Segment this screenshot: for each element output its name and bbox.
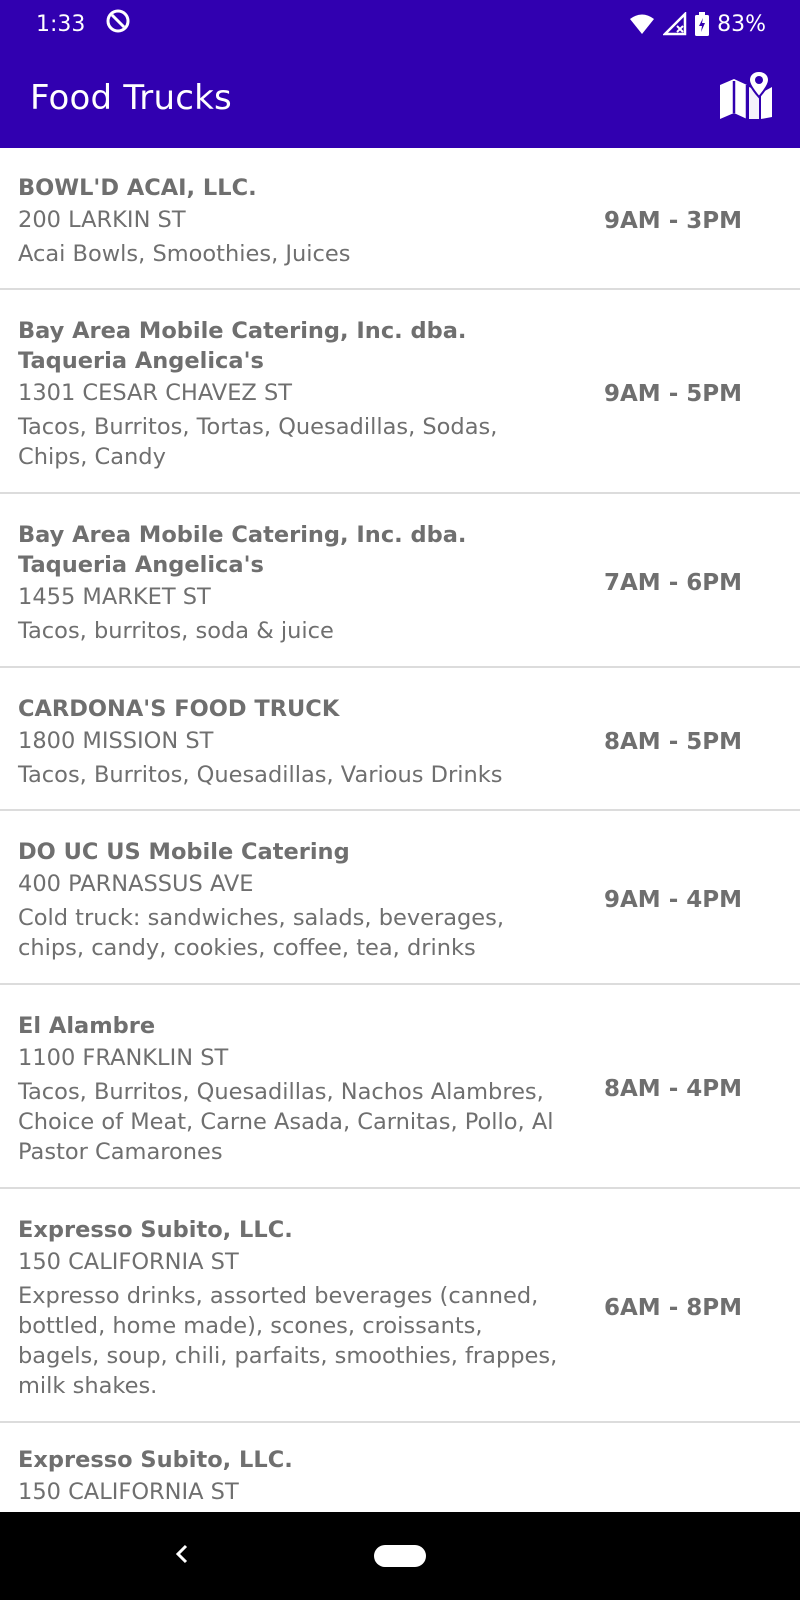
truck-address: 1100 FRANKLIN ST	[18, 1045, 229, 1071]
truck-hours: 9AM - 5PM	[604, 381, 742, 407]
truck-hours: 8AM - 5PM	[604, 728, 742, 755]
battery-percent: 83%	[717, 11, 766, 37]
truck-items: Cold truck: sandwiches, salads, beverage…	[18, 905, 505, 961]
app-bar: Food Trucks	[0, 48, 800, 148]
signal-icon	[663, 12, 687, 36]
truck-name: El Alambre	[18, 1013, 156, 1039]
truck-name: BOWL'D ACAI, LLC.	[18, 175, 257, 201]
list-item-text: Expresso Subito, LLC. 150 CALIFORNIA ST …	[18, 1215, 558, 1401]
battery-icon	[695, 12, 710, 36]
map-icon	[717, 69, 775, 128]
navigation-bar	[0, 1512, 800, 1600]
truck-items: Tacos, Burritos, Quesadillas, Various Dr…	[18, 761, 503, 788]
list-item-text: Bay Area Mobile Catering, Inc. dba. Taqu…	[18, 520, 558, 646]
truck-items: Expresso drinks, assorted beverages (can…	[18, 1283, 558, 1399]
back-icon	[172, 1542, 192, 1571]
list-item[interactable]: Bay Area Mobile Catering, Inc. dba. Taqu…	[0, 494, 800, 668]
data-saver-icon	[105, 8, 131, 40]
back-button[interactable]	[158, 1532, 206, 1580]
list-item[interactable]: CARDONA'S FOOD TRUCK 1800 MISSION ST Tac…	[0, 668, 800, 811]
list-item[interactable]: DO UC US Mobile Catering 400 PARNASSUS A…	[0, 811, 800, 985]
list-item[interactable]: Expresso Subito, LLC. 150 CALIFORNIA ST …	[0, 1189, 800, 1423]
truck-hours: 9AM - 3PM	[604, 208, 742, 234]
truck-hours: 7AM - 6PM	[604, 570, 742, 596]
list-item[interactable]: El Alambre 1100 FRANKLIN ST Tacos, Burri…	[0, 985, 800, 1189]
truck-name: Expresso Subito, LLC.	[18, 1447, 293, 1473]
truck-address: 150 CALIFORNIA ST	[18, 1479, 239, 1505]
truck-items: Tacos, Burritos, Tortas, Quesadillas, So…	[18, 414, 498, 470]
list-item[interactable]: BOWL'D ACAI, LLC. 200 LARKIN ST Acai Bow…	[0, 148, 800, 290]
truck-hours: 9AM - 4PM	[604, 887, 742, 913]
truck-address: 1800 MISSION ST	[18, 727, 214, 754]
truck-name: DO UC US Mobile Catering	[18, 839, 350, 865]
wifi-icon	[629, 13, 655, 35]
truck-name: Bay Area Mobile Catering, Inc. dba. Taqu…	[18, 318, 467, 374]
status-bar: 1:33 83%	[0, 0, 800, 48]
status-left: 1:33	[36, 8, 131, 40]
truck-address: 1301 CESAR CHAVEZ ST	[18, 380, 292, 406]
truck-items: Tacos, Burritos, Quesadillas, Nachos Ala…	[18, 1079, 554, 1165]
truck-hours: 6AM - 8PM	[604, 1295, 742, 1321]
truck-name: Expresso Subito, LLC.	[18, 1217, 293, 1243]
status-right: 83%	[629, 12, 766, 37]
truck-address: 400 PARNASSUS AVE	[18, 871, 254, 897]
status-time: 1:33	[36, 11, 86, 37]
list-item-text: DO UC US Mobile Catering 400 PARNASSUS A…	[18, 837, 558, 963]
map-button[interactable]	[716, 68, 776, 128]
truck-address: 1455 MARKET ST	[18, 584, 211, 610]
truck-items: Tacos, burritos, soda & juice	[18, 618, 334, 644]
list-item-text: CARDONA'S FOOD TRUCK 1800 MISSION ST Tac…	[18, 694, 558, 790]
truck-address: 200 LARKIN ST	[18, 207, 186, 233]
list-item-text: Bay Area Mobile Catering, Inc. dba. Taqu…	[18, 316, 558, 472]
list-item[interactable]: Bay Area Mobile Catering, Inc. dba. Taqu…	[0, 290, 800, 494]
home-button[interactable]	[374, 1545, 426, 1567]
truck-name: CARDONA'S FOOD TRUCK	[18, 695, 340, 722]
truck-hours: 8AM - 4PM	[604, 1076, 742, 1102]
food-truck-list[interactable]: BOWL'D ACAI, LLC. 200 LARKIN ST Acai Bow…	[0, 148, 800, 1512]
truck-name: Bay Area Mobile Catering, Inc. dba. Taqu…	[18, 522, 467, 578]
truck-items: Acai Bowls, Smoothies, Juices	[18, 241, 351, 267]
list-item-text: Expresso Subito, LLC. 150 CALIFORNIA ST	[18, 1445, 558, 1511]
list-item-text: BOWL'D ACAI, LLC. 200 LARKIN ST Acai Bow…	[18, 173, 558, 269]
truck-address: 150 CALIFORNIA ST	[18, 1249, 239, 1275]
page-title: Food Trucks	[30, 78, 232, 118]
list-item-text: El Alambre 1100 FRANKLIN ST Tacos, Burri…	[18, 1011, 558, 1167]
list-item[interactable]: Expresso Subito, LLC. 150 CALIFORNIA ST	[0, 1423, 800, 1512]
